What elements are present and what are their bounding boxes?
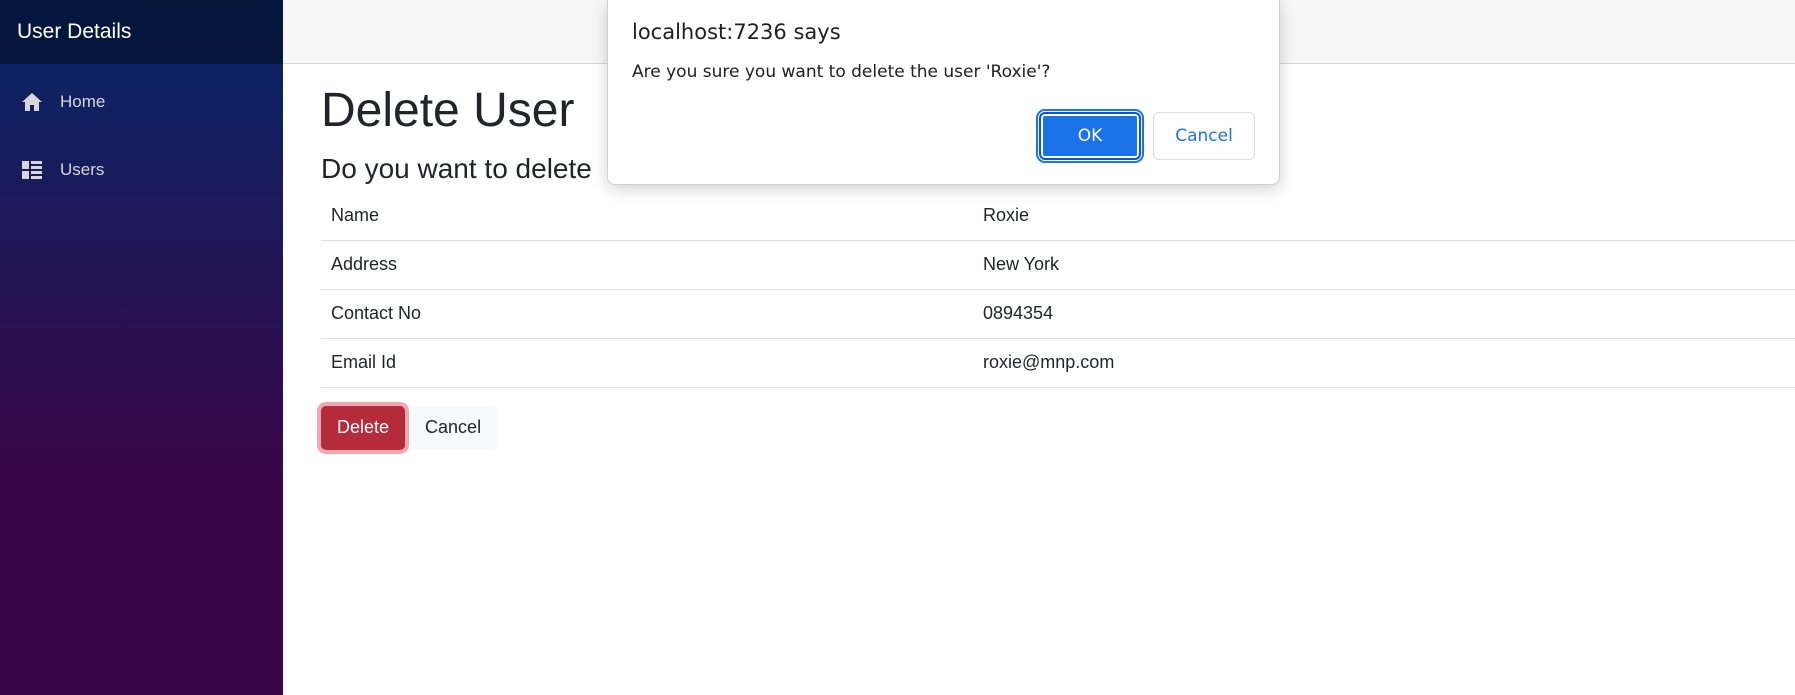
nav-item-label: Users (60, 160, 105, 179)
detail-value: New York (973, 240, 1795, 290)
app-window: User Details Home Users Delete User Do y… (0, 0, 1795, 695)
delete-button[interactable]: Delete (321, 405, 406, 450)
table-row: Email Id roxie@mnp.com (321, 338, 1795, 388)
detail-label: Address (321, 240, 973, 290)
detail-label: Contact No (321, 289, 973, 339)
brand-link[interactable]: User Details (17, 20, 131, 44)
detail-label: Email Id (321, 338, 973, 388)
sidebar: User Details Home Users (0, 0, 283, 695)
dialog-cancel-button[interactable]: Cancel (1153, 112, 1255, 160)
table-row: Name Roxie (321, 191, 1795, 241)
dialog-ok-button[interactable]: OK (1036, 109, 1144, 163)
brand-bar: User Details (0, 0, 283, 64)
dialog-title: localhost:7236 says (632, 20, 841, 44)
table-row: Address New York (321, 240, 1795, 290)
form-actions: Delete Cancel (321, 405, 1795, 450)
user-details-table: Name Roxie Address New York Contact No 0… (321, 191, 1795, 388)
dialog-message: Are you sure you want to delete the user… (632, 62, 1051, 82)
list-icon (20, 158, 44, 182)
detail-value: 0894354 (973, 289, 1795, 339)
detail-value: Roxie (973, 191, 1795, 241)
home-icon (20, 90, 44, 114)
nav-item-home[interactable]: Home (0, 68, 283, 136)
table-row: Contact No 0894354 (321, 289, 1795, 339)
dialog-buttons: OK Cancel (1036, 109, 1255, 163)
nav-item-label: Home (60, 92, 106, 111)
detail-value: roxie@mnp.com (973, 338, 1795, 388)
confirm-dialog: localhost:7236 says Are you sure you wan… (607, 0, 1280, 185)
detail-label: Name (321, 191, 973, 241)
nav-item-users[interactable]: Users (0, 136, 283, 204)
nav-menu: Home Users (0, 64, 283, 204)
cancel-button[interactable]: Cancel (409, 405, 498, 450)
